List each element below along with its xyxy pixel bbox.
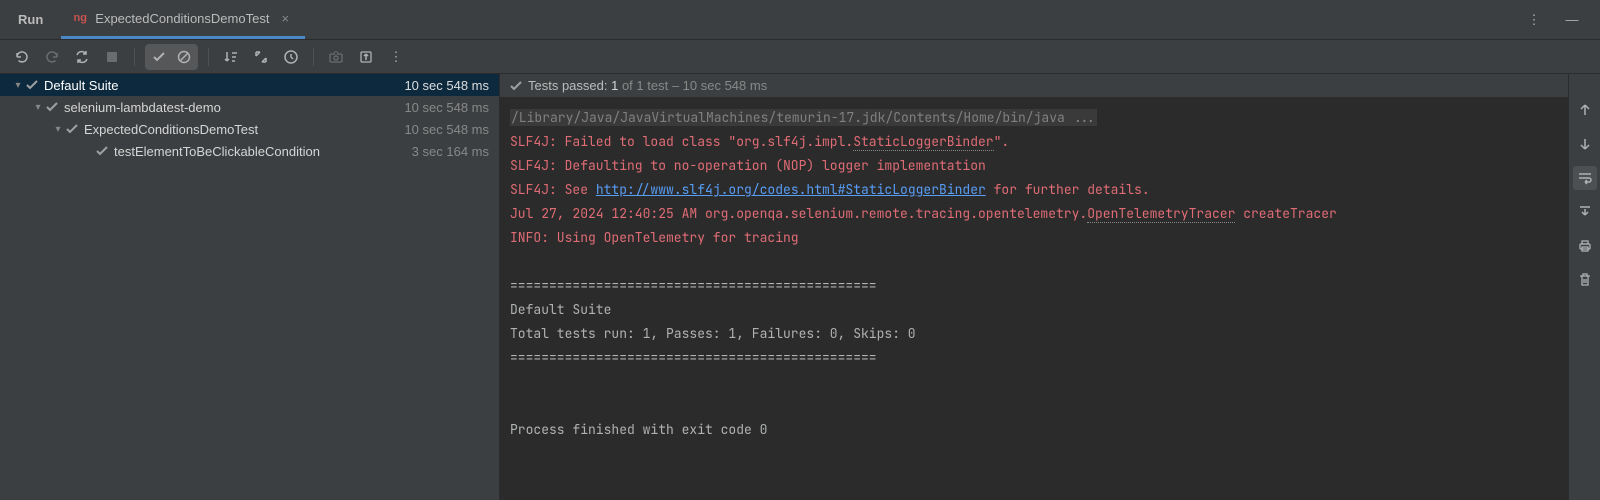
tab-run-configuration[interactable]: ng ExpectedConditionsDemoTest ×	[61, 0, 305, 39]
close-icon[interactable]: ×	[277, 11, 293, 26]
pass-check-icon	[510, 80, 522, 92]
separator	[134, 48, 135, 66]
tests-passed-rest: of 1 test – 10 sec 548 ms	[618, 78, 767, 93]
rerun-failed-button	[40, 45, 64, 69]
console-line: for further details.	[986, 181, 1150, 198]
console-line: ========================================…	[510, 277, 877, 294]
show-passed-button[interactable]	[147, 46, 171, 68]
clear-all-button[interactable]	[1573, 268, 1597, 292]
testng-icon: ng	[73, 11, 87, 25]
filter-group	[145, 44, 198, 70]
tree-label: testElementToBeClickableCondition	[114, 144, 320, 159]
separator	[208, 48, 209, 66]
tests-passed-label: Tests passed:	[528, 78, 611, 93]
console-line: INFO: Using OpenTelemetry for tracing	[510, 229, 799, 246]
history-button[interactable]	[279, 45, 303, 69]
tree-time: 10 sec 548 ms	[404, 122, 489, 137]
tab-bar: Run ng ExpectedConditionsDemoTest × ⋮ —	[0, 0, 1600, 40]
tree-time: 10 sec 548 ms	[404, 100, 489, 115]
tree-row[interactable]: ▾ Default Suite 10 sec 548 ms	[0, 74, 499, 96]
more-icon[interactable]: ⋮	[1522, 8, 1546, 32]
test-tree[interactable]: ▾ Default Suite 10 sec 548 ms ▾ selenium-lam…	[0, 74, 500, 500]
rerun-button[interactable]	[10, 45, 34, 69]
screenshot-button	[324, 45, 348, 69]
expand-all-button[interactable]	[249, 45, 273, 69]
run-label[interactable]: Run	[0, 0, 61, 39]
test-ok-icon	[46, 101, 58, 113]
console-line: Jul 27, 2024 12:40:25 AM org.openqa.sele…	[510, 205, 1087, 222]
tree-row[interactable]: ▾ ExpectedConditionsDemoTest 10 sec 548 ms	[0, 118, 499, 140]
console-side-toolbar	[1568, 74, 1600, 500]
console-underlined: StaticLoggerBinder	[853, 133, 993, 151]
sort-button[interactable]	[219, 45, 243, 69]
minimize-icon[interactable]: —	[1560, 8, 1584, 32]
tree-label: ExpectedConditionsDemoTest	[84, 122, 258, 137]
toolbar-more-icon[interactable]: ⋮	[384, 45, 408, 69]
print-button[interactable]	[1573, 234, 1597, 258]
scroll-to-end-button[interactable]	[1573, 200, 1597, 224]
export-button[interactable]	[354, 45, 378, 69]
console-header: Tests passed: 1 of 1 test – 10 sec 548 m…	[500, 74, 1568, 98]
console-line: createTracer	[1235, 205, 1336, 222]
show-ignored-button[interactable]	[172, 46, 196, 68]
console-cmd: /Library/Java/JavaVirtualMachines/temuri…	[510, 109, 1097, 126]
console-line: SLF4J: Failed to load class "org.slf4j.i…	[510, 133, 853, 150]
console-line: Default Suite	[510, 301, 611, 318]
tree-label: Default Suite	[44, 78, 118, 93]
main-area: ▾ Default Suite 10 sec 548 ms ▾ selenium-lam…	[0, 74, 1600, 500]
console-line: Process finished with exit code 0	[510, 421, 767, 438]
toggle-autotest-button[interactable]	[70, 45, 94, 69]
soft-wrap-button[interactable]	[1573, 166, 1597, 190]
console-output[interactable]: /Library/Java/JavaVirtualMachines/temuri…	[500, 98, 1568, 500]
prev-occurrence-button[interactable]	[1573, 98, 1597, 122]
test-toolbar: ⋮	[0, 40, 1600, 74]
console-underlined: OpenTelemetryTracer	[1087, 205, 1235, 223]
tree-time: 10 sec 548 ms	[404, 78, 489, 93]
tree-row[interactable]: testElementToBeClickableCondition 3 sec 1…	[0, 140, 499, 162]
tab-bar-right: ⋮ —	[1522, 8, 1600, 32]
test-ok-icon	[96, 145, 108, 157]
tab-title: ExpectedConditionsDemoTest	[95, 11, 269, 26]
next-occurrence-button[interactable]	[1573, 132, 1597, 156]
tree-time: 3 sec 164 ms	[412, 144, 489, 159]
tree-label: selenium-lambdatest-demo	[64, 100, 221, 115]
console-line: Total tests run: 1, Passes: 1, Failures:…	[510, 325, 916, 342]
console-line: SLF4J: See	[510, 181, 596, 198]
test-ok-icon	[26, 79, 38, 91]
console-link[interactable]: http://www.slf4j.org/codes.html#StaticLo…	[596, 181, 986, 198]
console-line: ========================================…	[510, 349, 877, 366]
chevron-down-icon[interactable]: ▾	[30, 102, 46, 113]
separator	[313, 48, 314, 66]
chevron-down-icon[interactable]: ▾	[50, 124, 66, 135]
stop-button	[100, 45, 124, 69]
console-line: ".	[994, 133, 1010, 150]
run-panel: Run ng ExpectedConditionsDemoTest × ⋮ —	[0, 0, 1600, 500]
chevron-down-icon[interactable]: ▾	[10, 80, 26, 91]
console-area: Tests passed: 1 of 1 test – 10 sec 548 m…	[500, 74, 1568, 500]
console-line: SLF4J: Defaulting to no-operation (NOP) …	[510, 157, 986, 174]
test-ok-icon	[66, 123, 78, 135]
tree-row[interactable]: ▾ selenium-lambdatest-demo 10 sec 548 ms	[0, 96, 499, 118]
